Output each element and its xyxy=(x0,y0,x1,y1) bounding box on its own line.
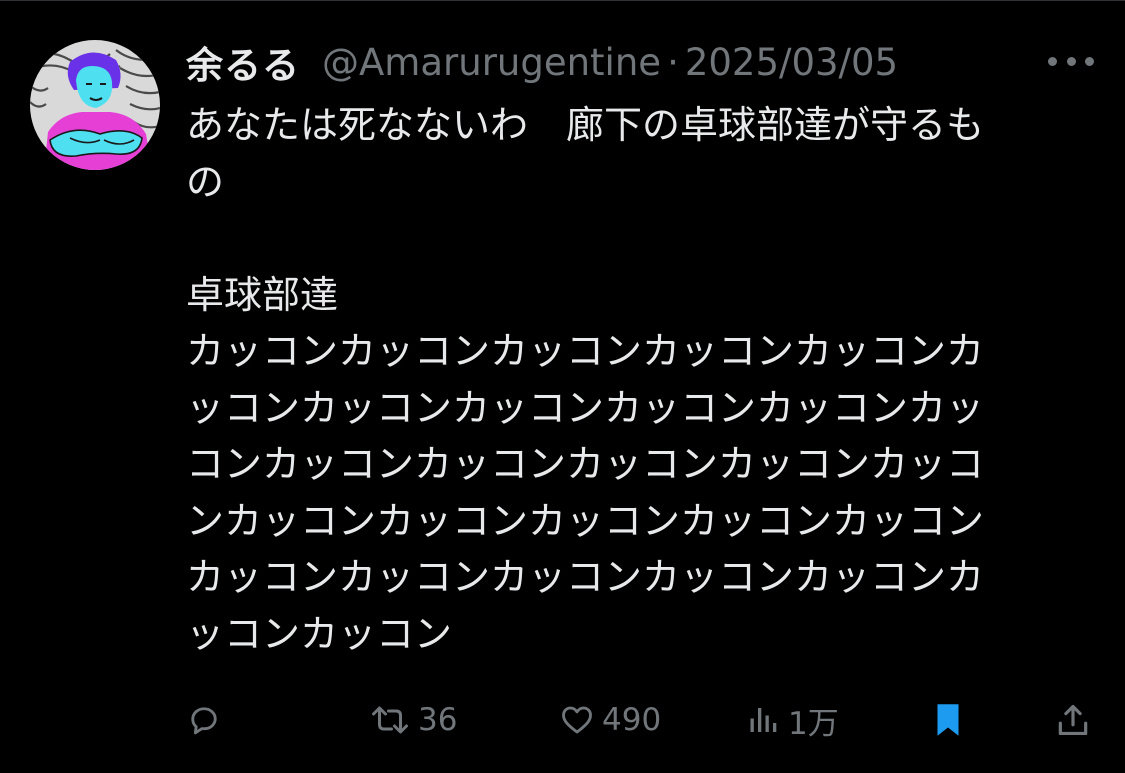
tweet-line: 卓球部達 xyxy=(186,272,339,317)
tweet-line: コンカッコンカッコンカッコンカッコンカッコ xyxy=(186,442,985,486)
more-options-icon[interactable] xyxy=(1048,46,1094,76)
tweet-text: あなたは死なないわ 廊下の卓球部達が守るも の 卓球部達 カッコンカッコンカッコ… xyxy=(186,97,1071,662)
tweet-line: の xyxy=(186,159,225,204)
more-dot xyxy=(1066,56,1076,66)
more-dot xyxy=(1048,56,1057,66)
retweet-icon xyxy=(372,706,408,734)
views-icon xyxy=(750,708,777,732)
tweet-line: カッコンカッコンカッコンカッコンカッコンカ xyxy=(186,329,985,373)
heart-icon xyxy=(562,706,592,734)
bookmark-icon xyxy=(937,704,959,736)
action-bar: 36 490 1万 xyxy=(186,696,1096,744)
tweet-line: あなたは死なないわ 廊下の卓球部達が守るも xyxy=(186,103,985,147)
user-handle[interactable]: @Amarurugentine xyxy=(322,41,661,84)
retweet-button[interactable]: 36 xyxy=(368,696,457,744)
views-count: 1万 xyxy=(788,705,839,742)
share-button[interactable] xyxy=(1054,696,1092,744)
views-button[interactable]: 1万 xyxy=(746,696,839,744)
tweet-line xyxy=(186,210,1071,267)
display-name[interactable]: 余るる xyxy=(186,35,300,89)
top-divider xyxy=(0,0,1125,1)
like-button[interactable]: 490 xyxy=(558,696,661,744)
tweet-line: カッコンカッコンカッコンカッコンカッコンカ xyxy=(186,555,985,599)
avatar[interactable] xyxy=(30,40,160,170)
tweet-line: ッコンカッコン xyxy=(186,611,453,656)
reply-icon xyxy=(191,707,217,735)
tweet-header: 余るる @Amarurugentine · 2025/03/05 xyxy=(186,35,898,89)
tweet-line: ッコンカッコンカッコンカッコンカッコンカッ xyxy=(186,385,985,430)
tweet-line: ンカッコンカッコンカッコンカッコンカッコン xyxy=(186,498,985,543)
retweet-count: 36 xyxy=(418,702,458,738)
reply-button[interactable] xyxy=(186,696,222,744)
avatar-image xyxy=(30,40,160,170)
more-dot xyxy=(1085,56,1094,66)
bookmark-button[interactable] xyxy=(930,696,966,744)
like-count: 490 xyxy=(602,702,662,738)
share-icon xyxy=(1058,704,1088,736)
separator-dot: · xyxy=(667,40,679,84)
tweet-date[interactable]: 2025/03/05 xyxy=(685,41,898,84)
